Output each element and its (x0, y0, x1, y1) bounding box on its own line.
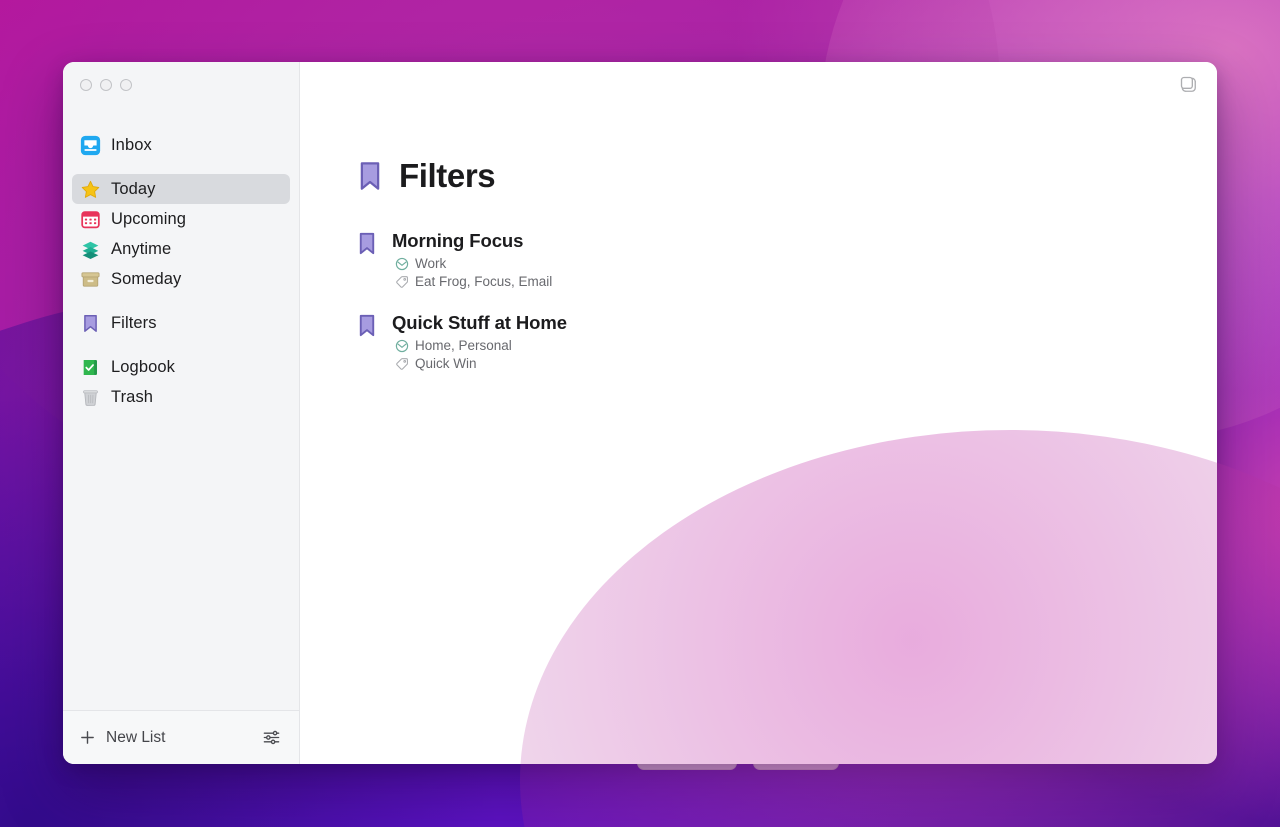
sidebar-item-inbox[interactable]: Inbox (72, 130, 290, 160)
inbox-icon (80, 135, 101, 156)
sidebar-item-today[interactable]: Today (72, 174, 290, 204)
copy-windows-icon[interactable] (1179, 75, 1199, 95)
bookmark-icon (80, 313, 101, 334)
zoom-button[interactable] (120, 79, 132, 91)
filter-areas: Work (392, 256, 552, 271)
filter-areas: Home, Personal (392, 338, 567, 353)
list-item[interactable]: Quick Stuff at Home Home, Personal Quick… (357, 311, 1217, 371)
main-content: Filters Morning Focus Work Eat Frog, Foc… (300, 62, 1217, 764)
layers-icon (80, 239, 101, 260)
calendar-icon (80, 209, 101, 230)
sidebar-item-label: Someday (111, 269, 182, 288)
archive-box-icon (80, 269, 101, 290)
close-button[interactable] (80, 79, 92, 91)
bookmark-icon (357, 232, 377, 255)
sidebar-nav: Inbox Today Upcoming Anytime Someday Fil… (63, 108, 299, 710)
sliders-icon[interactable] (262, 728, 281, 747)
sidebar-group-filters: Filters (72, 308, 290, 338)
filter-tags-text: Eat Frog, Focus, Email (415, 274, 553, 290)
sidebar-item-label: Inbox (111, 135, 152, 154)
filter-areas-text: Work (415, 256, 447, 272)
tag-icon (395, 275, 409, 289)
sidebar-footer: New List (63, 710, 299, 764)
list-item-body: Quick Stuff at Home Home, Personal Quick… (392, 311, 567, 371)
logbook-check-icon (80, 357, 101, 378)
tag-icon (395, 357, 409, 371)
sidebar-item-someday[interactable]: Someday (72, 264, 290, 294)
desktop-wallpaper: Inbox Today Upcoming Anytime Someday Fil… (0, 0, 1280, 827)
trash-icon (80, 387, 101, 408)
list-item[interactable]: Morning Focus Work Eat Frog, Focus, Emai… (357, 229, 1217, 289)
sidebar: Inbox Today Upcoming Anytime Someday Fil… (63, 62, 300, 764)
sidebar-item-anytime[interactable]: Anytime (72, 234, 290, 264)
area-icon (395, 339, 409, 353)
bookmark-icon (357, 314, 377, 337)
sidebar-group-inbox: Inbox (72, 130, 290, 160)
main-topbar (300, 62, 1217, 108)
sidebar-item-logbook[interactable]: Logbook (72, 352, 290, 382)
filter-tags-text: Quick Win (415, 356, 477, 372)
app-window: Inbox Today Upcoming Anytime Someday Fil… (63, 62, 1217, 764)
plus-icon (79, 729, 96, 746)
sidebar-item-label: Logbook (111, 357, 176, 376)
sidebar-item-trash[interactable]: Trash (72, 382, 290, 412)
sidebar-item-label: Filters (111, 313, 157, 332)
minimize-button[interactable] (100, 79, 112, 91)
filter-areas-text: Home, Personal (415, 338, 512, 354)
filter-list: Morning Focus Work Eat Frog, Focus, Emai… (300, 195, 1217, 371)
new-list-label: New List (106, 728, 166, 746)
sidebar-item-label: Upcoming (111, 209, 187, 228)
sidebar-item-label: Today (111, 179, 156, 198)
new-list-button[interactable]: New List (79, 729, 165, 747)
filter-name: Quick Stuff at Home (392, 312, 567, 334)
sidebar-item-label: Anytime (111, 239, 172, 258)
star-icon (80, 179, 101, 200)
filter-tags: Eat Frog, Focus, Email (392, 274, 552, 289)
sidebar-item-label: Trash (111, 387, 154, 406)
filter-name: Morning Focus (392, 230, 524, 251)
area-icon (395, 257, 409, 271)
bookmark-icon (357, 161, 383, 191)
sidebar-item-upcoming[interactable]: Upcoming (72, 204, 290, 234)
filter-tags: Quick Win (392, 356, 567, 371)
sidebar-item-filters[interactable]: Filters (72, 308, 290, 338)
window-controls (63, 62, 299, 108)
page-header: Filters (300, 108, 1217, 195)
page-title: Filters (399, 157, 496, 194)
sidebar-group-time: Today Upcoming Anytime Someday (72, 174, 290, 294)
list-item-body: Morning Focus Work Eat Frog, Focus, Emai… (392, 229, 552, 289)
sidebar-group-archive: Logbook Trash (72, 352, 290, 412)
